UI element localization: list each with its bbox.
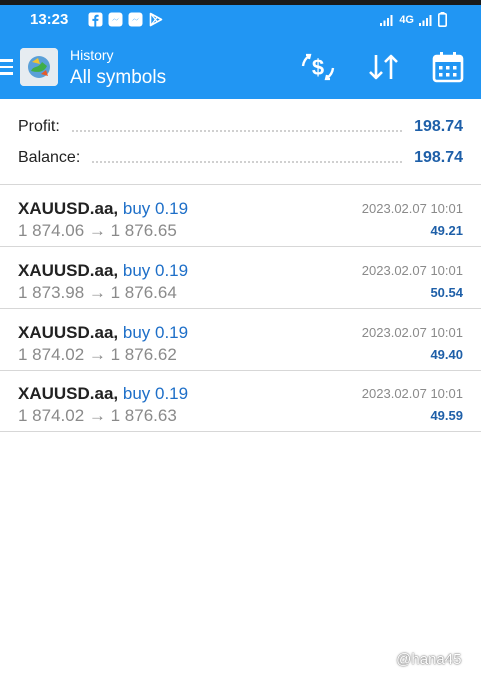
trade-prices: 1 874.02 → 1 876.62 — [18, 345, 177, 364]
trade-time: 2023.02.07 10:01 — [361, 386, 463, 401]
trade-title: XAUUSD.aa, buy 0.19 — [18, 199, 188, 219]
trade-time: 2023.02.07 10:01 — [361, 263, 463, 278]
watermark-text: @hana45 — [396, 651, 462, 668]
screen-title: History — [70, 47, 114, 63]
trade-prices: 1 874.02 → 1 876.63 — [18, 406, 177, 425]
tiktok-icon — [380, 652, 392, 666]
balance-value: 198.74 — [414, 149, 463, 166]
trade-profit: 50.54 — [430, 285, 463, 300]
trade-symbol: XAUUSD.aa, — [18, 261, 119, 280]
signal-icon — [380, 14, 393, 26]
menu-icon[interactable] — [0, 59, 13, 75]
app-bar: History All symbols $ — [0, 34, 481, 99]
trade-time: 2023.02.07 10:01 — [361, 201, 463, 216]
trade-symbol: XAUUSD.aa, — [18, 199, 119, 218]
status-indicators: 4G — [380, 12, 447, 27]
symbol-filter: All symbols — [70, 67, 167, 88]
profit-row: Profit: 198.74 — [18, 116, 463, 136]
trade-title: XAUUSD.aa, buy 0.19 — [18, 261, 188, 281]
status-time: 13:23 — [30, 11, 69, 28]
sort-icon[interactable] — [366, 51, 402, 83]
svg-text:$: $ — [312, 55, 324, 80]
messenger-icon — [108, 12, 123, 27]
trade-side: buy 0.19 — [122, 384, 189, 403]
calendar-icon[interactable] — [430, 51, 466, 83]
trade-row[interactable]: XAUUSD.aa, buy 0.19 1 874.02 → 1 876.63 … — [0, 371, 481, 432]
trade-profit: 49.40 — [430, 347, 463, 362]
trade-row[interactable]: XAUUSD.aa, buy 0.19 1 874.02 → 1 876.62 … — [0, 310, 481, 371]
notification-icons — [88, 12, 163, 27]
messenger-icon — [128, 12, 143, 27]
balance-label: Balance: — [18, 149, 81, 166]
trade-side: buy 0.19 — [122, 323, 189, 342]
signal-icon — [419, 14, 432, 26]
app-logo — [20, 48, 58, 86]
balance-row: Balance: 198.74 — [18, 147, 463, 167]
account-summary: Profit: 198.74 Balance: 198.74 — [0, 99, 481, 185]
profit-label: Profit: — [18, 118, 60, 135]
profit-value: 198.74 — [414, 118, 463, 135]
trade-symbol: XAUUSD.aa, — [18, 384, 119, 403]
currency-exchange-icon[interactable]: $ — [300, 51, 336, 83]
play-icon — [149, 12, 163, 27]
dot-leader — [71, 130, 403, 132]
trade-time: 2023.02.07 10:01 — [361, 325, 463, 340]
trade-profit: 49.21 — [430, 223, 463, 238]
trade-prices: 1 873.98 → 1 876.64 — [18, 283, 177, 302]
trade-symbol: XAUUSD.aa, — [18, 323, 119, 342]
trade-prices: 1 874.06 → 1 876.65 — [18, 221, 177, 240]
title-block[interactable]: History All symbols — [70, 47, 166, 90]
trade-side: buy 0.19 — [122, 199, 189, 218]
trade-row[interactable]: XAUUSD.aa, buy 0.19 1 874.06 → 1 876.65 … — [0, 186, 481, 247]
trade-title: XAUUSD.aa, buy 0.19 — [18, 384, 188, 404]
trade-profit: 49.59 — [430, 408, 463, 423]
trade-row[interactable]: XAUUSD.aa, buy 0.19 1 873.98 → 1 876.64 … — [0, 248, 481, 309]
trade-title: XAUUSD.aa, buy 0.19 — [18, 323, 188, 343]
trade-side: buy 0.19 — [122, 261, 189, 280]
battery-icon — [438, 12, 447, 27]
network-type: 4G — [399, 13, 414, 26]
dot-leader — [92, 161, 403, 163]
watermark: @hana45 — [380, 651, 461, 668]
facebook-icon — [88, 12, 103, 27]
status-bar: 13:23 4G — [0, 5, 481, 34]
